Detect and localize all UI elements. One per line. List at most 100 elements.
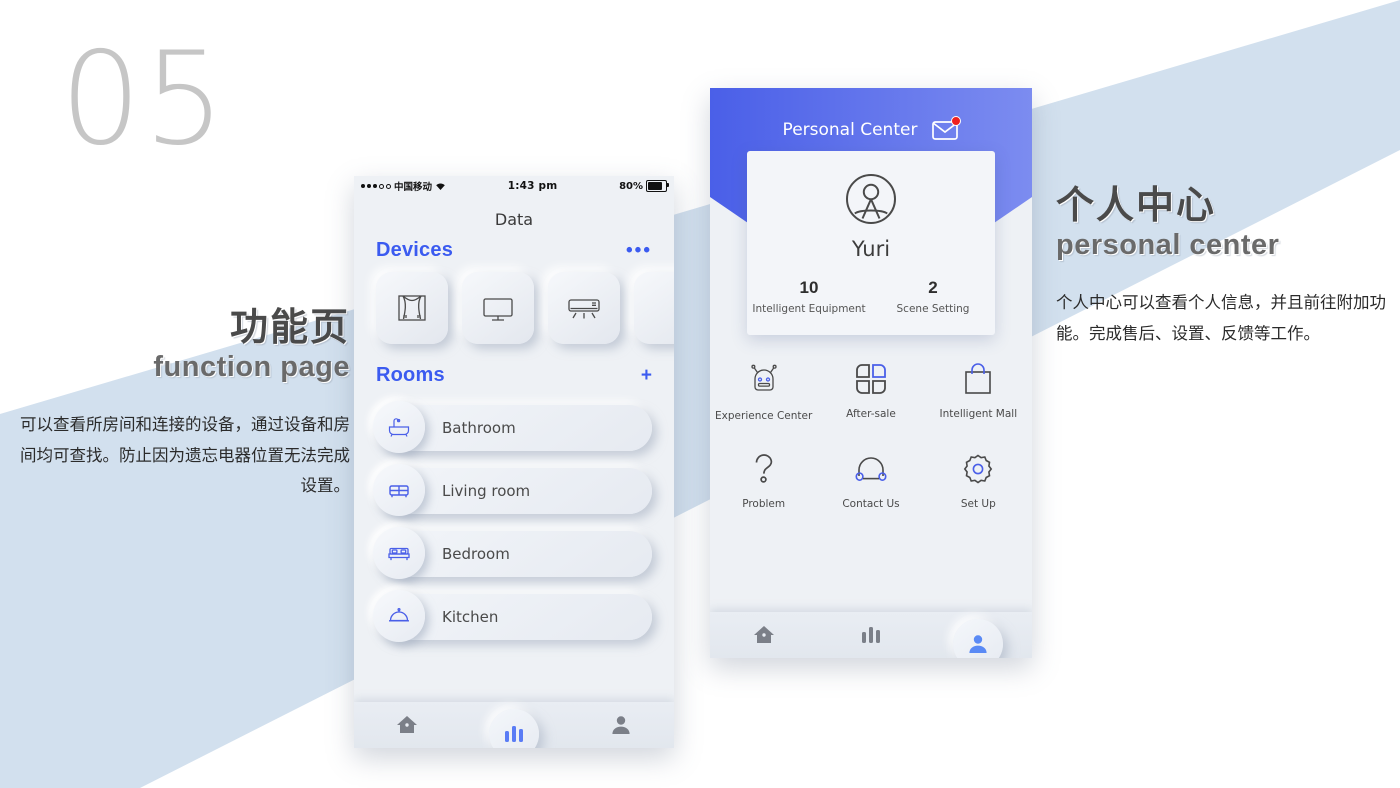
username: Yuri	[851, 237, 891, 261]
rooms-section-header: Rooms +	[354, 348, 674, 395]
stat-intelligent-equipment[interactable]: 10 Intelligent Equipment	[747, 278, 871, 315]
person-icon	[966, 632, 990, 656]
room-item-kitchen[interactable]: Kitchen	[373, 590, 652, 642]
room-item-living-room[interactable]: Living room	[373, 464, 652, 516]
bottom-tab-bar	[354, 702, 674, 748]
left-caption-block: 功能页 function page 可以查看所房间和连接的设备，通过设备和房间均…	[20, 307, 350, 502]
device-card-partial[interactable]	[634, 272, 674, 344]
menu-item-problem[interactable]: Problem	[710, 450, 817, 510]
page-title: Data	[494, 210, 534, 229]
stat-label: Intelligent Equipment	[752, 303, 866, 315]
television-icon	[479, 290, 517, 326]
stat-value: 2	[928, 278, 938, 297]
right-heading-en: personal center	[1056, 229, 1280, 262]
room-label: Bathroom	[442, 419, 516, 437]
profile-stats: 10 Intelligent Equipment 2 Scene Setting	[747, 278, 995, 315]
bed-icon	[386, 540, 412, 566]
room-item-bedroom[interactable]: Bedroom	[373, 527, 652, 579]
status-bar-left: 中国移动	[361, 179, 446, 193]
header-title: Personal Center	[782, 120, 918, 140]
tab-home[interactable]	[710, 622, 817, 648]
question-mark-icon	[745, 450, 783, 488]
room-label: Living room	[442, 482, 531, 500]
devices-more-button[interactable]: •••	[626, 241, 652, 260]
add-room-button[interactable]: +	[641, 366, 652, 385]
phone-mockup-function-page: 中国移动 1:43 pm 80% Data Devices ••• Rooms …	[354, 176, 674, 748]
right-body-text: 个人中心可以查看个人信息，并且前往附加功能。完成售后、设置、反馈等工作。	[1056, 293, 1386, 343]
status-bar-right: 80%	[619, 180, 669, 192]
stat-value: 10	[799, 278, 819, 297]
stat-label: Scene Setting	[896, 303, 970, 315]
status-bar-time: 1:43 pm	[507, 180, 558, 192]
room-icon-wrap	[373, 401, 425, 453]
tab-data[interactable]	[817, 625, 924, 645]
user-avatar-icon	[840, 168, 902, 230]
tab-data-bump[interactable]	[489, 709, 539, 748]
stat-scene-setting[interactable]: 2 Scene Setting	[871, 278, 995, 315]
rooms-section-title: Rooms	[376, 364, 445, 386]
cloche-icon	[386, 603, 412, 629]
menu-item-label: After-sale	[846, 408, 896, 420]
air-conditioner-icon	[565, 290, 603, 326]
menu-item-label: Experience Center	[715, 410, 813, 422]
menu-item-label: Contact Us	[842, 498, 900, 510]
device-card-curtain[interactable]	[376, 272, 448, 344]
unread-badge	[951, 116, 962, 126]
bottom-tab-bar	[710, 612, 1032, 658]
room-icon-wrap	[373, 464, 425, 516]
person-icon	[609, 713, 633, 737]
device-card-television[interactable]	[462, 272, 534, 344]
home-icon	[394, 712, 420, 738]
battery-icon	[646, 180, 669, 192]
right-heading-cn: 个人中心	[1056, 185, 1217, 227]
right-caption-block: 个人中心 personal center 个人中心可以查看个人信息，并且前往附加…	[1056, 185, 1386, 349]
signal-dots-icon	[361, 183, 391, 189]
sofa-icon	[386, 477, 412, 503]
room-label: Bedroom	[442, 545, 510, 563]
menu-grid-row: Problem Contact Us Set Up	[710, 450, 1032, 510]
menu-item-experience-center[interactable]: Experience Center	[710, 360, 817, 422]
devices-section-title: Devices	[376, 239, 454, 261]
menu-grid: Experience Center After-sale Intelligent…	[710, 360, 1032, 538]
status-bar: 中国移动 1:43 pm 80%	[354, 176, 674, 196]
menu-item-intelligent-mall[interactable]: Intelligent Mall	[925, 360, 1032, 422]
room-icon-wrap	[373, 527, 425, 579]
tab-profile[interactable]	[567, 713, 674, 737]
device-card-air-conditioner[interactable]	[548, 272, 620, 344]
section-number: 05	[60, 25, 227, 174]
menu-item-label: Problem	[742, 498, 786, 510]
left-heading-en: function page	[153, 351, 350, 384]
phone-mockup-personal-center: Personal Center Yuri 10 Intelligent Equi…	[710, 88, 1032, 658]
bar-chart-icon	[503, 724, 525, 744]
battery-percent-label: 80%	[619, 180, 643, 192]
devices-section-header: Devices •••	[354, 235, 674, 270]
headset-icon	[852, 450, 890, 488]
bathtub-icon	[386, 414, 412, 440]
menu-item-contact-us[interactable]: Contact Us	[817, 450, 924, 510]
profile-card[interactable]: Yuri 10 Intelligent Equipment 2 Scene Se…	[747, 151, 995, 335]
room-label: Kitchen	[442, 608, 499, 626]
tab-profile-bump[interactable]	[953, 619, 1004, 658]
wifi-icon	[435, 182, 446, 191]
left-heading-cn: 功能页	[229, 307, 350, 349]
device-card-list[interactable]	[354, 270, 674, 348]
home-icon	[751, 622, 777, 648]
menu-item-set-up[interactable]: Set Up	[925, 450, 1032, 510]
tab-home[interactable]	[354, 712, 461, 738]
menu-grid-row: Experience Center After-sale Intelligent…	[710, 360, 1032, 422]
four-squares-icon	[852, 360, 890, 398]
robot-icon	[744, 360, 784, 400]
left-body-text: 可以查看所房间和连接的设备，通过设备和房间均可查找。防止因为遗忘电器位置无法完成…	[20, 415, 350, 496]
curtain-icon	[394, 290, 430, 326]
carrier-label: 中国移动	[394, 182, 433, 193]
mail-button[interactable]	[931, 116, 962, 141]
shopping-bag-icon	[959, 360, 997, 398]
gear-icon	[959, 450, 997, 488]
header-row: Personal Center	[710, 88, 1032, 141]
bar-chart-icon	[860, 625, 882, 645]
menu-item-label: Set Up	[960, 498, 996, 510]
room-icon-wrap	[373, 590, 425, 642]
menu-item-after-sale[interactable]: After-sale	[817, 360, 924, 422]
menu-item-label: Intelligent Mall	[939, 408, 1018, 420]
room-item-bathroom[interactable]: Bathroom	[373, 401, 652, 453]
